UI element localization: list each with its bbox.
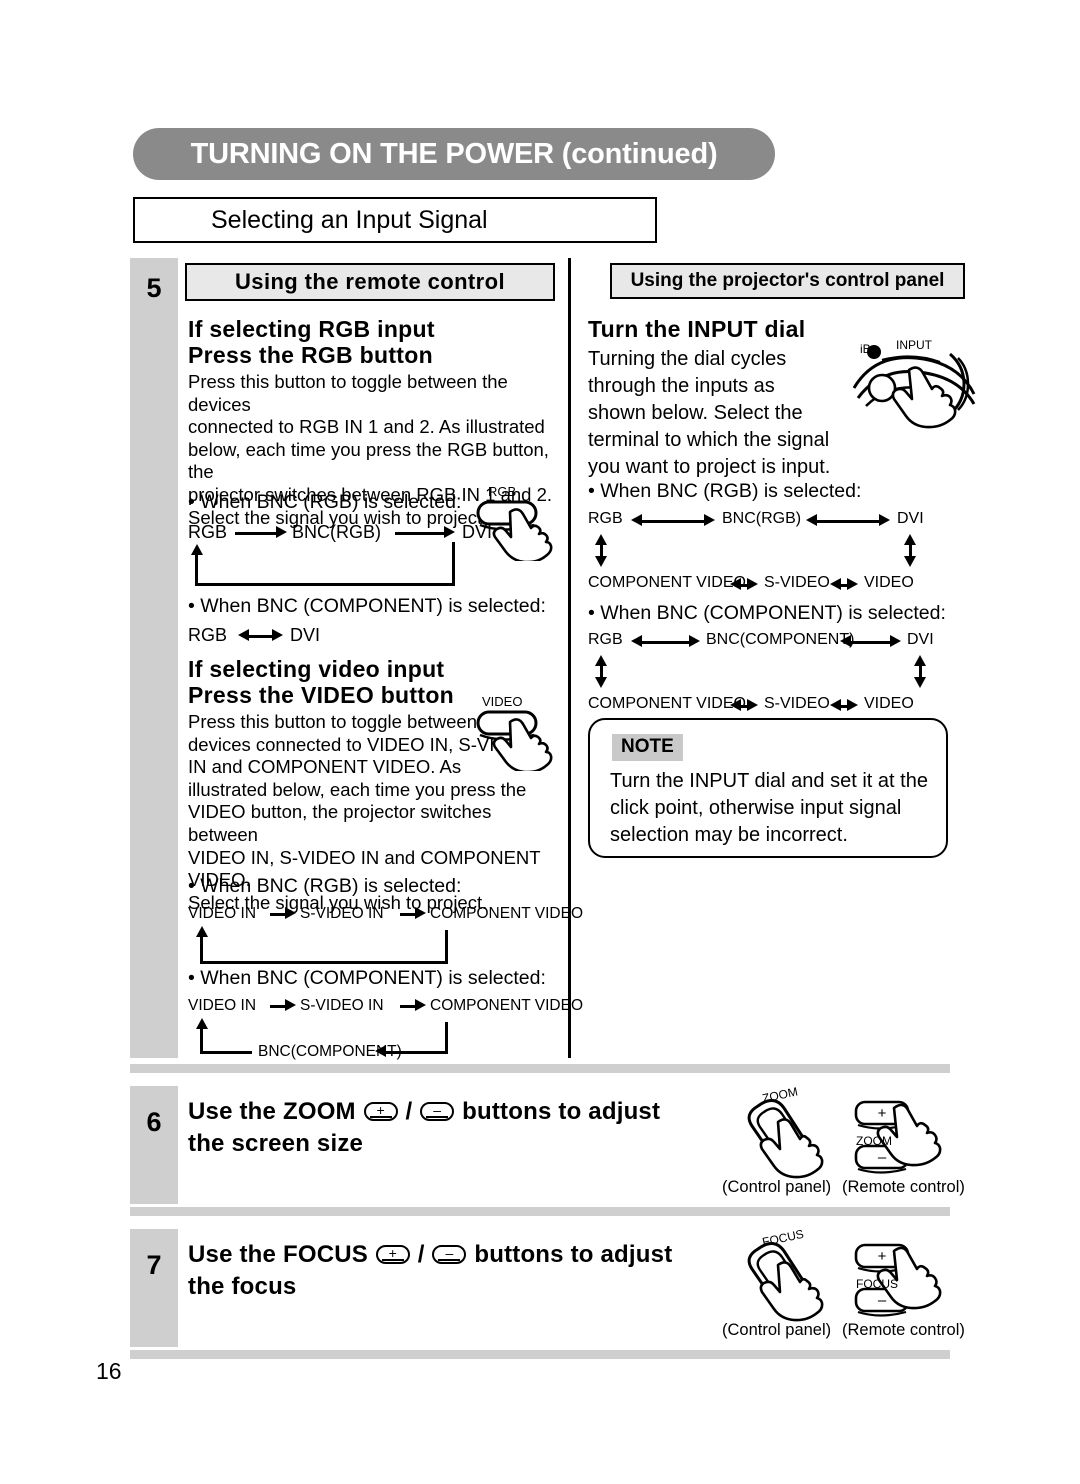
dial-case1-bullet: • When BNC (RGB) is selected: (588, 480, 862, 502)
dial-case1-bottom-2: VIDEO (864, 574, 914, 591)
focus-remote-caption: (Remote control) (842, 1321, 965, 1339)
video-button-illustration: VIDEO (470, 694, 570, 771)
section-header-control-panel-label: Using the projector's control panel (630, 270, 945, 291)
svg-text:+: + (878, 1248, 887, 1265)
rgb-input-heading: If selecting RGB input Press the RGB but… (188, 316, 435, 368)
rgb-case2-node-0: RGB (188, 625, 228, 645)
dial-case2-bottom-1: S-VIDEO (764, 695, 830, 712)
step-7-heading-part2: buttons to adjust (474, 1241, 673, 1268)
dial-case2-bottom-0: COMPONENT VIDEO (588, 695, 746, 712)
page-number: 16 (96, 1358, 122, 1384)
svg-text:–: – (878, 1149, 887, 1166)
dial-case1-top-2: DVI (897, 510, 924, 527)
focus-minus-button-icon[interactable]: – (432, 1245, 467, 1264)
dial-case1-top-1: BNC(RGB) (722, 510, 802, 527)
step-6-heading-part2: buttons to adjust (462, 1098, 661, 1125)
step-6-heading-line2: the screen size (188, 1130, 364, 1157)
zoom-plus-symbol: + (376, 1102, 385, 1118)
step-7-heading-line2: the focus (188, 1273, 297, 1300)
video-case1-node-0: VIDEO IN (188, 905, 257, 922)
focus-remote-illustration: + – FOCUS (848, 1237, 963, 1321)
dial-case2-bottom-2: VIDEO (864, 695, 914, 712)
video-input-heading: If selecting video input Press the VIDEO… (188, 656, 455, 708)
rgb-case2-bullet: • When BNC (COMPONENT) is selected: (188, 595, 546, 617)
dial-case1-top-0: RGB (588, 510, 623, 527)
video-case2-node-2: COMPONENT VIDEO (430, 997, 584, 1014)
video-case1-node-1: S-VIDEO IN (300, 905, 384, 922)
step-6-block: 6 Use the ZOOM + / – buttons to adjust t… (130, 1084, 965, 1204)
input-dial-label: INPUT (896, 338, 932, 352)
svg-text:+: + (878, 1105, 887, 1122)
video-case2-bullet: • When BNC (COMPONENT) is selected: (188, 967, 546, 989)
focus-ring-hand-icon (747, 1242, 824, 1322)
separator-rule-2 (130, 1207, 950, 1216)
rgb-case1-node-2: DVI (462, 522, 493, 542)
step-6-number: 6 (146, 1107, 162, 1137)
dial-case1-bottom-1: S-VIDEO (764, 574, 830, 591)
dial-case2-top-0: RGB (588, 631, 623, 648)
page-title-banner: TURNING ON THE POWER (continued) (133, 128, 775, 180)
step-6-heading-part1: Use the ZOOM (188, 1098, 356, 1125)
note-box: NOTE Turn the INPUT dial and set it at t… (588, 718, 948, 858)
page-subtitle-box: Selecting an Input Signal (133, 197, 657, 243)
zoom-ring-hand-icon (747, 1099, 824, 1179)
rgb-case1-bullet: • When BNC (RGB) is selected: (188, 491, 462, 513)
zoom-remote-label: ZOOM (856, 1134, 892, 1148)
zoom-control-panel-illustration: ZOOM (728, 1084, 843, 1180)
step-6-heading: Use the ZOOM + / – buttons to adjust the… (188, 1096, 660, 1160)
focus-remote-label: FOCUS (856, 1277, 898, 1291)
zoom-plus-button-icon[interactable]: + (363, 1102, 398, 1121)
video-case1-node-2: COMPONENT VIDEO (430, 905, 584, 922)
step-7-heading: Use the FOCUS + / – buttons to adjust th… (188, 1239, 672, 1303)
step-6-slash: / (405, 1098, 413, 1125)
separator-rule-1 (130, 1064, 950, 1073)
focus-plus-symbol: + (388, 1245, 398, 1261)
step-5-block: 5 Using the remote control If selecting … (130, 258, 976, 1060)
focus-control-panel-illustration: FOCUS (728, 1227, 843, 1323)
zoom-minus-symbol: – (433, 1102, 442, 1118)
dial-case2-top-2: DVI (907, 631, 934, 648)
dial-case2-top-1: BNC(COMPONENT) (706, 631, 855, 648)
video-case2-node-1: S-VIDEO IN (300, 997, 384, 1014)
focus-control-panel-caption: (Control panel) (722, 1321, 832, 1339)
rgb-case1-node-1: BNC(RGB) (292, 522, 381, 542)
rgb-button-label: RGB (488, 484, 517, 499)
step-7-heading-part1: Use the FOCUS (188, 1241, 368, 1268)
video-button-label: VIDEO (482, 694, 523, 709)
step-7-number: 7 (146, 1250, 162, 1280)
section-header-control-panel: Using the projector's control panel (610, 263, 965, 299)
section-header-remote-control: Using the remote control (185, 263, 555, 301)
note-badge: NOTE (612, 734, 683, 761)
step-7-slash: / (417, 1241, 425, 1268)
page-subtitle: Selecting an Input Signal (211, 205, 488, 234)
step-7-block: 7 Use the FOCUS + / – buttons to adjust … (130, 1227, 965, 1347)
separator-rule-3 (130, 1350, 950, 1359)
rgb-case1-node-0: RGB (188, 522, 228, 542)
note-text: Turn the INPUT dial and set it at the cl… (610, 770, 928, 846)
focus-plus-button-icon[interactable]: + (375, 1245, 410, 1264)
input-dial-heading: Turn the INPUT dial (588, 316, 806, 342)
column-divider (568, 258, 571, 1058)
zoom-minus-button-icon[interactable]: – (420, 1102, 455, 1121)
video-case2-node-0: VIDEO IN (188, 997, 257, 1014)
video-case1-bullet: • When BNC (RGB) is selected: (188, 875, 462, 897)
zoom-remote-illustration: + – ZOOM (848, 1094, 963, 1178)
step-5-number-bar (130, 258, 178, 1058)
input-dial-body: Turning the dial cycles through the inpu… (588, 348, 831, 478)
svg-text:–: – (878, 1292, 887, 1309)
focus-minus-symbol: – (445, 1245, 454, 1261)
step-5-number: 5 (146, 273, 162, 303)
section-header-remote-control-label: Using the remote control (235, 269, 505, 294)
input-dial-side-label: iB (860, 342, 871, 356)
dial-case2-bullet: • When BNC (COMPONENT) is selected: (588, 602, 946, 624)
dial-case1-bottom-0: COMPONENT VIDEO (588, 574, 746, 591)
rgb-case2-node-1: DVI (290, 625, 321, 645)
page-title: TURNING ON THE POWER (continued) (190, 137, 718, 170)
zoom-remote-caption: (Remote control) (842, 1178, 965, 1196)
input-dial-illustration: iB INPUT (852, 336, 982, 431)
zoom-control-panel-caption: (Control panel) (722, 1178, 832, 1196)
